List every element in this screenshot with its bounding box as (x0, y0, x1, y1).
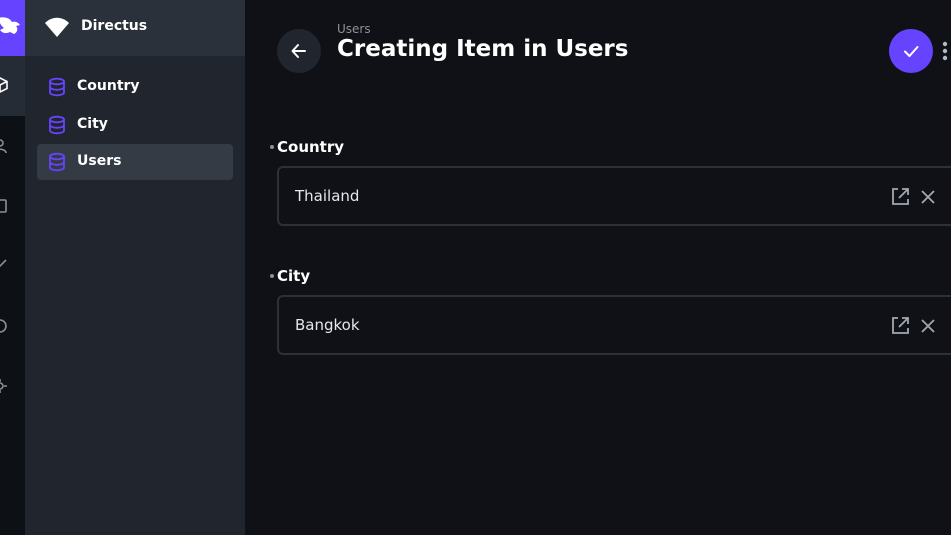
main-content: Users Creating Item in Users Country Tha… (245, 0, 951, 535)
nav-item-users[interactable]: Users (37, 144, 233, 180)
wifi-icon (45, 17, 69, 37)
box-icon (0, 77, 8, 93)
navigation-panel: Directus Country City Users (25, 0, 245, 535)
close-icon[interactable] (918, 316, 938, 336)
field-value: Bangkok (295, 316, 360, 334)
check-icon (904, 46, 919, 57)
insights-module-icon[interactable] (0, 258, 8, 274)
nav-item-label: Country (77, 78, 140, 94)
database-icon (49, 152, 65, 172)
help-module-icon[interactable] (0, 318, 8, 334)
country-field[interactable]: Thailand (277, 166, 951, 226)
users-module-icon[interactable] (0, 138, 8, 154)
app-window: Directus Country City Users Users Creati… (0, 0, 951, 535)
close-icon[interactable] (918, 187, 938, 207)
open-in-new-icon[interactable] (890, 316, 910, 336)
field-label-city: City (270, 267, 311, 285)
field-label-text: Country (277, 138, 345, 156)
nav-item-label: Users (77, 153, 122, 169)
module-bar (0, 0, 25, 535)
required-indicator (270, 145, 274, 149)
files-module-icon[interactable] (0, 198, 8, 214)
rabbit-logo-icon (0, 17, 20, 34)
field-value: Thailand (295, 187, 360, 205)
project-header[interactable]: Directus (25, 0, 245, 56)
field-label-country: Country (270, 138, 345, 156)
save-button[interactable] (889, 29, 933, 73)
more-options-icon[interactable] (941, 40, 949, 62)
nav-item-country[interactable]: Country (37, 69, 233, 105)
breadcrumb[interactable]: Users (337, 22, 371, 36)
nav-item-label: City (77, 116, 108, 132)
project-name: Directus (81, 18, 148, 34)
page-title: Creating Item in Users (337, 36, 629, 62)
settings-module-icon[interactable] (0, 378, 8, 394)
city-field[interactable]: Bangkok (277, 295, 951, 355)
nav-item-city[interactable]: City (37, 107, 233, 143)
open-in-new-icon[interactable] (890, 187, 910, 207)
back-button[interactable] (277, 29, 321, 73)
required-indicator (270, 274, 274, 278)
field-label-text: City (277, 267, 311, 285)
content-module-button[interactable] (0, 56, 25, 116)
arrow-left-icon (291, 44, 306, 58)
database-icon (49, 115, 65, 135)
database-icon (49, 77, 65, 97)
directus-logo[interactable] (0, 0, 25, 56)
